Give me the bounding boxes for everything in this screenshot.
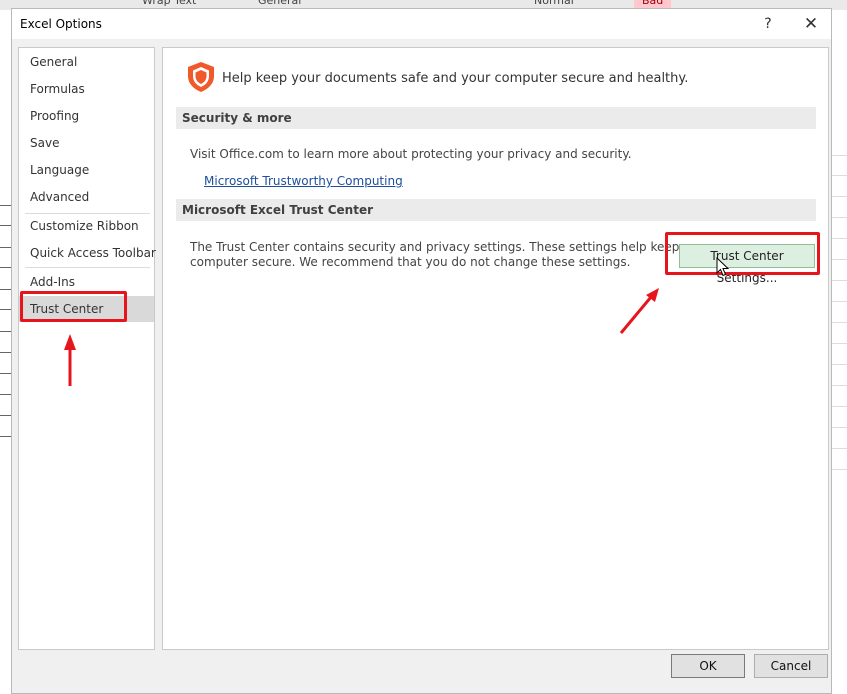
nav-item-customize-ribbon[interactable]: Customize Ribbon: [19, 213, 154, 239]
dialog-titlebar: Excel Options ? ✕: [12, 9, 831, 39]
trust-center-description-line2: computer secure. We recommend that you d…: [190, 255, 710, 270]
security-section-text: Visit Office.com to learn more about pro…: [190, 147, 632, 162]
nav-item-advanced[interactable]: Advanced: [19, 184, 154, 210]
trust-center-section-header: Microsoft Excel Trust Center: [176, 199, 816, 221]
trust-center-description: The Trust Center contains security and p…: [190, 240, 710, 270]
trustworthy-computing-link[interactable]: Microsoft Trustworthy Computing: [204, 174, 403, 188]
ribbon-number-format: General: [258, 0, 301, 8]
excel-sheet-right-edge: [832, 10, 847, 694]
trust-center-panel: Help keep your documents safe and your c…: [162, 47, 829, 650]
cancel-button[interactable]: Cancel: [754, 654, 828, 678]
nav-divider: [25, 267, 150, 268]
nav-item-general[interactable]: General: [19, 49, 154, 75]
security-section-header: Security & more: [176, 107, 816, 129]
nav-item-save[interactable]: Save: [19, 130, 154, 156]
ok-button[interactable]: OK: [671, 654, 745, 678]
nav-item-proofing[interactable]: Proofing: [19, 103, 154, 129]
options-nav: General Formulas Proofing Save Language …: [18, 47, 155, 650]
help-button[interactable]: ?: [754, 13, 782, 35]
trust-center-highlight-box: [20, 291, 127, 322]
close-button[interactable]: ✕: [796, 13, 826, 35]
nav-item-quick-access-toolbar[interactable]: Quick Access Toolbar: [19, 240, 154, 266]
dialog-title: Excel Options: [20, 17, 102, 31]
ribbon-style-bad: Bad: [634, 0, 671, 8]
ribbon-style-normal: Normal: [534, 0, 574, 8]
settings-button-highlight-box: [665, 232, 820, 275]
excel-options-dialog: Excel Options ? ✕ General Formulas Proof…: [11, 8, 832, 694]
trust-center-description-line1: The Trust Center contains security and p…: [190, 240, 710, 255]
panel-header-text: Help keep your documents safe and your c…: [222, 71, 688, 86]
nav-item-formulas[interactable]: Formulas: [19, 76, 154, 102]
nav-item-language[interactable]: Language: [19, 157, 154, 183]
ribbon-wrap-text: Wrap Text: [142, 0, 196, 8]
mouse-cursor-icon: [716, 257, 730, 277]
shield-icon: [186, 61, 216, 93]
